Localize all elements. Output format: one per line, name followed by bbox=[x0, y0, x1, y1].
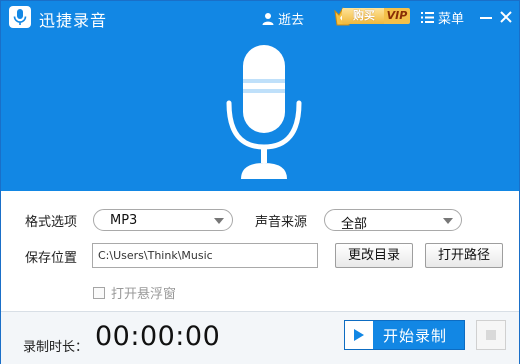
open-path-button[interactable]: 打开路径 bbox=[425, 243, 503, 268]
floating-window-checkbox[interactable] bbox=[93, 286, 105, 299]
floating-window-toggle[interactable]: 打开悬浮窗 bbox=[93, 283, 176, 302]
save-path-input[interactable] bbox=[92, 243, 318, 268]
format-value: MP3 bbox=[110, 213, 138, 228]
format-select[interactable]: MP3 bbox=[93, 209, 233, 231]
app-title: 迅捷录音 bbox=[39, 11, 108, 30]
user-name: 逝去 bbox=[278, 12, 305, 28]
source-label: 声音来源 bbox=[255, 215, 308, 230]
source-value: 全部 bbox=[341, 217, 368, 232]
start-recording-label: 开始录制 bbox=[383, 327, 448, 345]
app-window: 迅捷录音 逝去 购买 VIP 菜单 格式选项 MP3 声音来源 全部 保存位置 … bbox=[0, 0, 520, 364]
save-location-label: 保存位置 bbox=[25, 251, 78, 266]
menu-button[interactable]: 菜单 bbox=[421, 8, 464, 27]
stop-button[interactable] bbox=[476, 320, 506, 350]
microphone-icon bbox=[226, 45, 302, 179]
buy-label: 购买 bbox=[342, 8, 386, 24]
duration-label: 录制时长： bbox=[23, 340, 89, 355]
user-button[interactable]: 逝去 bbox=[262, 8, 304, 28]
start-recording-button[interactable]: 开始录制 bbox=[344, 320, 465, 350]
source-select[interactable]: 全部 bbox=[324, 209, 462, 232]
close-icon[interactable] bbox=[498, 8, 514, 26]
user-icon bbox=[262, 12, 274, 25]
format-label: 格式选项 bbox=[25, 215, 78, 230]
change-directory-button[interactable]: 更改目录 bbox=[335, 243, 413, 268]
recording-timer: 00:00:00 bbox=[95, 321, 221, 352]
chevron-down-icon bbox=[214, 218, 224, 224]
menu-label: 菜单 bbox=[438, 12, 465, 27]
minimize-icon[interactable] bbox=[479, 8, 493, 26]
menu-lines-icon bbox=[421, 12, 434, 23]
play-icon-box bbox=[345, 321, 373, 349]
play-icon bbox=[354, 329, 364, 341]
header-hero: 迅捷录音 逝去 购买 VIP 菜单 bbox=[1, 1, 519, 191]
vip-label: VIP bbox=[384, 8, 410, 24]
buy-vip-button[interactable]: 购买 VIP bbox=[334, 6, 412, 28]
footer-bar: 录制时长： 00:00:00 开始录制 bbox=[1, 311, 519, 364]
title-bar: 迅捷录音 逝去 购买 VIP 菜单 bbox=[1, 1, 519, 33]
chevron-down-icon bbox=[443, 218, 453, 224]
stop-icon bbox=[486, 330, 496, 340]
app-logo-icon bbox=[9, 6, 31, 28]
floating-window-label: 打开悬浮窗 bbox=[111, 287, 177, 302]
